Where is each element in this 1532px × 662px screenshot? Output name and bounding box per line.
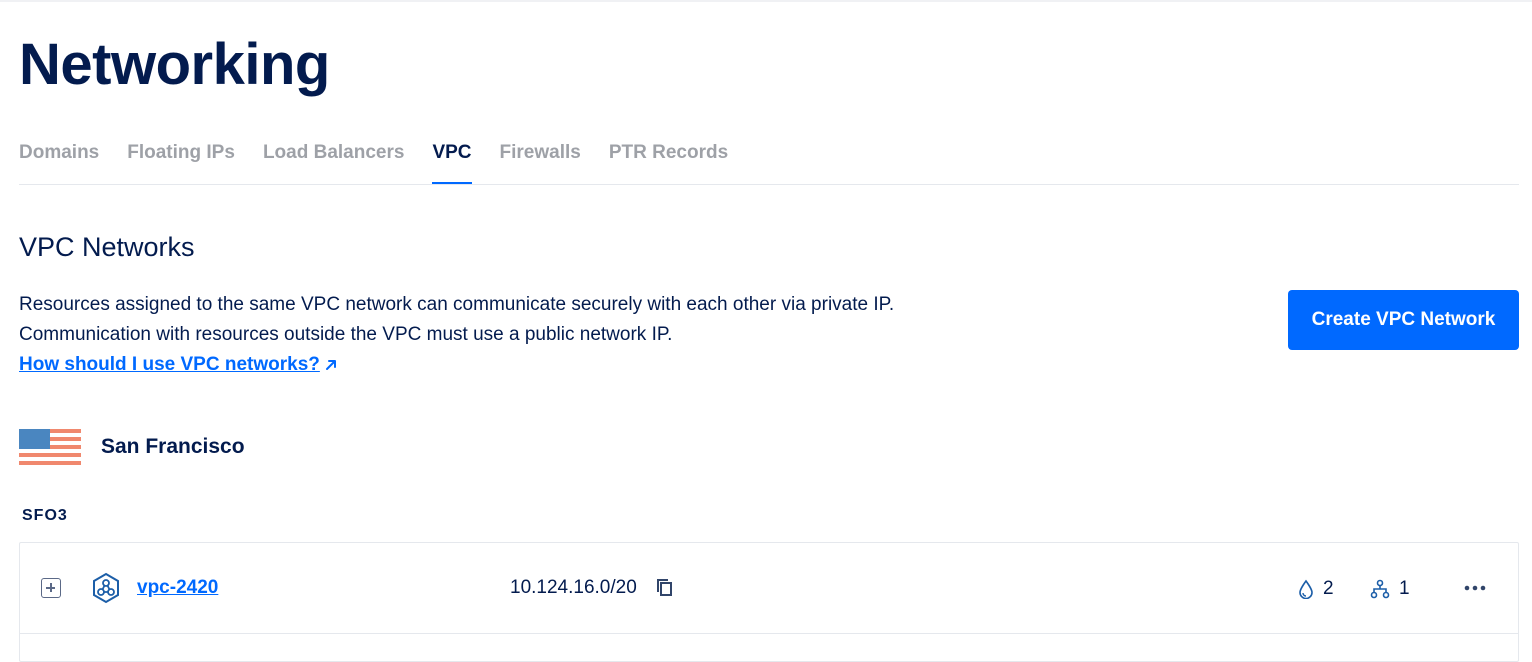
tab-ptr-records[interactable]: PTR Records	[609, 138, 728, 184]
expand-row-button[interactable]	[41, 578, 61, 598]
more-options-icon	[1464, 585, 1486, 591]
top-divider	[0, 0, 1532, 2]
vpc-network-row: vpc-2420 10.124.16.0/20 2 1	[20, 543, 1518, 634]
tab-domains[interactable]: Domains	[19, 138, 99, 184]
help-link-label: How should I use VPC networks?	[19, 354, 320, 375]
description-line-2: Communication with resources outside the…	[19, 324, 673, 345]
section-description: Resources assigned to the same VPC netwo…	[19, 290, 894, 380]
description-line-1: Resources assigned to the same VPC netwo…	[19, 294, 895, 315]
create-vpc-network-button[interactable]: Create VPC Network	[1288, 290, 1519, 350]
us-flag-icon	[19, 429, 81, 465]
region-header: San Francisco	[19, 429, 245, 465]
droplet-icon	[1299, 579, 1313, 599]
copy-icon[interactable]	[656, 578, 674, 598]
tab-vpc[interactable]: VPC	[432, 138, 472, 184]
node-count: 1	[1370, 578, 1410, 600]
vpc-name-link[interactable]: vpc-2420	[137, 577, 218, 599]
droplet-count-value: 2	[1323, 578, 1334, 599]
ip-range: 10.124.16.0/20	[510, 577, 637, 598]
networking-tabs: Domains Floating IPs Load Balancers VPC …	[19, 138, 1519, 185]
tab-load-balancers[interactable]: Load Balancers	[263, 138, 405, 184]
droplet-count: 2	[1298, 578, 1334, 600]
region-name: San Francisco	[101, 435, 245, 458]
help-link[interactable]: How should I use VPC networks?	[19, 350, 338, 380]
external-link-icon	[325, 360, 336, 370]
datacenter-label: SFO3	[22, 507, 68, 524]
page-title: Networking	[19, 32, 330, 97]
section-title: VPC Networks	[19, 232, 195, 262]
network-nodes-icon	[1370, 579, 1390, 599]
more-options-button[interactable]	[1460, 573, 1490, 603]
tab-floating-ips[interactable]: Floating IPs	[127, 138, 235, 184]
vpc-network-list: vpc-2420 10.124.16.0/20 2 1	[19, 542, 1519, 662]
node-count-value: 1	[1399, 578, 1410, 599]
tab-firewalls[interactable]: Firewalls	[500, 138, 581, 184]
vpc-network-icon	[93, 572, 119, 604]
